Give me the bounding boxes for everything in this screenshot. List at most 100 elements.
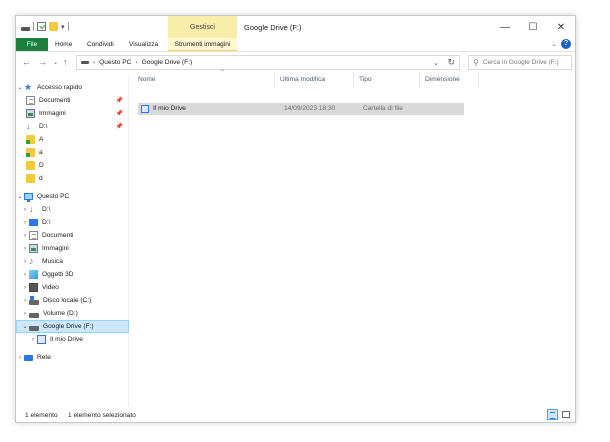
- sidebar-item-video[interactable]: › Video: [16, 281, 129, 294]
- back-arrow-icon[interactable]: ←: [22, 57, 31, 67]
- desktop-icon: [29, 219, 38, 226]
- sidebar-item-label: d: [39, 175, 43, 182]
- ribbon-right-controls: ⌄ ?: [551, 39, 571, 49]
- item-count: 1 elemento: [25, 412, 58, 419]
- address-bar[interactable]: › Questo PC › Google Drive (F:) ⌄ ↻: [76, 55, 460, 70]
- expand-chevron-icon[interactable]: ›: [21, 285, 29, 291]
- sidebar-item-folder-a[interactable]: a: [16, 146, 129, 159]
- sidebar-item-volume-d[interactable]: › Volume (D:): [16, 307, 129, 320]
- sidebar-item-google-drive-f[interactable]: ⌄ Google Drive (F:): [16, 320, 129, 333]
- search-placeholder: Cerca in Google Drive (F:): [482, 59, 559, 66]
- sidebar-item-d-downloads[interactable]: › ↓ D:\: [16, 203, 129, 216]
- collapse-chevron-icon[interactable]: ⌄: [21, 323, 29, 330]
- folder-icon: [26, 135, 35, 144]
- address-row: ← → ⌄ ↑ › Questo PC › Google Drive (F:) …: [16, 54, 575, 71]
- folder-icon: [26, 148, 35, 157]
- column-header-ultima-modifica[interactable]: Ultima modifica: [276, 72, 354, 88]
- address-history-chevron-icon[interactable]: ⌄: [433, 59, 439, 67]
- forward-arrow-icon[interactable]: →: [38, 57, 47, 67]
- sidebar-item-label: Documenti: [39, 97, 71, 104]
- sidebar-item-oggetti-3d[interactable]: › Oggetti 3D: [16, 268, 129, 281]
- properties-icon[interactable]: [37, 22, 46, 31]
- expand-chevron-icon[interactable]: ›: [21, 272, 29, 278]
- expand-chevron-icon[interactable]: ›: [21, 298, 29, 304]
- table-row[interactable]: Il mio Drive 14/09/2023 18:30 Cartella d…: [138, 103, 464, 115]
- sidebar-item-folder-A[interactable]: A: [16, 133, 129, 146]
- column-header-dimensione[interactable]: Dimensione: [421, 72, 479, 88]
- sidebar-item-label: Rete: [37, 354, 51, 361]
- column-header-nome[interactable]: Nome: [134, 72, 275, 88]
- expand-chevron-icon[interactable]: ›: [21, 233, 29, 239]
- breadcrumb-questo-pc[interactable]: Questo PC: [99, 59, 131, 66]
- tab-home[interactable]: Home: [50, 38, 77, 51]
- expand-chevron-icon[interactable]: ›: [29, 337, 37, 343]
- new-folder-icon[interactable]: [49, 22, 58, 31]
- sidebar-item-d-desktop[interactable]: › D:\: [16, 216, 129, 229]
- sidebar-item-questo-pc[interactable]: ⌄ Questo PC: [16, 190, 129, 203]
- sidebar-item-documenti[interactable]: › Documenti: [16, 229, 129, 242]
- sidebar-item-immagini-pinned[interactable]: Immagini 📌: [16, 107, 129, 120]
- sidebar-item-label: D:\: [42, 219, 51, 226]
- breadcrumb-separator-icon[interactable]: ›: [93, 59, 95, 66]
- sidebar-item-label: A: [39, 136, 44, 143]
- minimize-button[interactable]: —: [491, 16, 519, 38]
- file-explorer-window: ▾ Gestisci Google Drive (F:) — ☐ ✕ File …: [15, 15, 576, 423]
- search-input[interactable]: ⚲ Cerca in Google Drive (F:): [468, 55, 572, 70]
- large-icons-view-icon[interactable]: [560, 409, 571, 420]
- sidebar-item-documenti-pinned[interactable]: Documenti 📌: [16, 94, 129, 107]
- expand-chevron-icon[interactable]: ›: [21, 311, 29, 317]
- sidebar-item-label: a: [39, 149, 43, 156]
- sidebar-item-musica[interactable]: › ♪ Musica: [16, 255, 129, 268]
- refresh-icon[interactable]: ↻: [447, 57, 455, 68]
- sidebar-item-label: Immagini: [42, 245, 69, 252]
- sidebar-item-label: Accesso rapido: [37, 84, 83, 91]
- file-list: ⌃ Nome Ultima modifica Tipo Dimensione I…: [130, 70, 575, 406]
- sidebar-item-folder-d[interactable]: d: [16, 172, 129, 185]
- sidebar-item-label: Immagini: [39, 110, 66, 117]
- sidebar-item-accesso-rapido[interactable]: ⌄ ★ Accesso rapido: [16, 81, 129, 94]
- sidebar-item-label: D:\: [42, 206, 51, 213]
- sidebar-item-d-pinned[interactable]: ↓ D:\ 📌: [16, 120, 129, 133]
- drive-icon: [81, 61, 89, 64]
- file-modified: 14/09/2023 18:30: [284, 105, 336, 112]
- recent-locations-chevron-icon[interactable]: ⌄: [53, 59, 58, 66]
- breadcrumb-google-drive[interactable]: Google Drive (F:): [142, 59, 193, 66]
- system-disk-icon: [29, 295, 39, 305]
- tab-condividi[interactable]: Condividi: [82, 38, 119, 51]
- expand-chevron-icon[interactable]: ›: [16, 355, 24, 361]
- ribbon-tabs: File Home Condividi Visualizza Strumenti…: [16, 38, 575, 52]
- contextual-tab-group-label: Gestisci: [168, 16, 237, 38]
- title-bar: ▾ Gestisci Google Drive (F:) — ☐ ✕: [16, 16, 575, 38]
- download-icon: ↓: [26, 121, 31, 131]
- expand-chevron-icon[interactable]: ›: [21, 259, 29, 265]
- sidebar-item-rete[interactable]: › Rete: [16, 351, 129, 364]
- collapse-chevron-icon[interactable]: ⌄: [16, 193, 24, 200]
- sidebar-item-immagini[interactable]: › Immagini: [16, 242, 129, 255]
- disk-icon: [29, 312, 39, 318]
- pin-icon: 📌: [115, 111, 123, 117]
- download-icon: ↓: [29, 204, 34, 214]
- tab-file[interactable]: File: [16, 38, 48, 51]
- close-button[interactable]: ✕: [547, 16, 575, 38]
- music-icon: ♪: [29, 256, 34, 266]
- drive-icon: [21, 26, 30, 31]
- expand-chevron-icon[interactable]: ›: [21, 220, 29, 226]
- customize-toolbar-chevron-icon[interactable]: ▾: [61, 23, 65, 31]
- expand-chevron-icon[interactable]: ›: [21, 246, 29, 252]
- sidebar-item-disco-locale-c[interactable]: › Disco locale (C:): [16, 294, 129, 307]
- folder-icon: [26, 174, 35, 183]
- tab-visualizza[interactable]: Visualizza: [124, 38, 163, 51]
- expand-chevron-icon[interactable]: ›: [21, 207, 29, 213]
- sidebar-item-label: D: [39, 162, 44, 169]
- breadcrumb-separator-icon[interactable]: ›: [135, 59, 137, 66]
- column-header-tipo[interactable]: Tipo: [355, 72, 420, 88]
- sidebar-item-il-mio-drive[interactable]: › Il mio Drive: [16, 333, 129, 346]
- expand-ribbon-chevron-down-icon[interactable]: ⌄: [551, 40, 557, 48]
- help-icon[interactable]: ?: [561, 39, 571, 49]
- maximize-button[interactable]: ☐: [519, 16, 547, 38]
- collapse-chevron-icon[interactable]: ⌄: [16, 84, 24, 91]
- details-view-icon[interactable]: [547, 409, 558, 420]
- tab-strumenti-immagini[interactable]: Strumenti immagini: [168, 38, 237, 51]
- sidebar-item-folder-D[interactable]: D: [16, 159, 129, 172]
- up-arrow-icon[interactable]: ↑: [63, 57, 68, 67]
